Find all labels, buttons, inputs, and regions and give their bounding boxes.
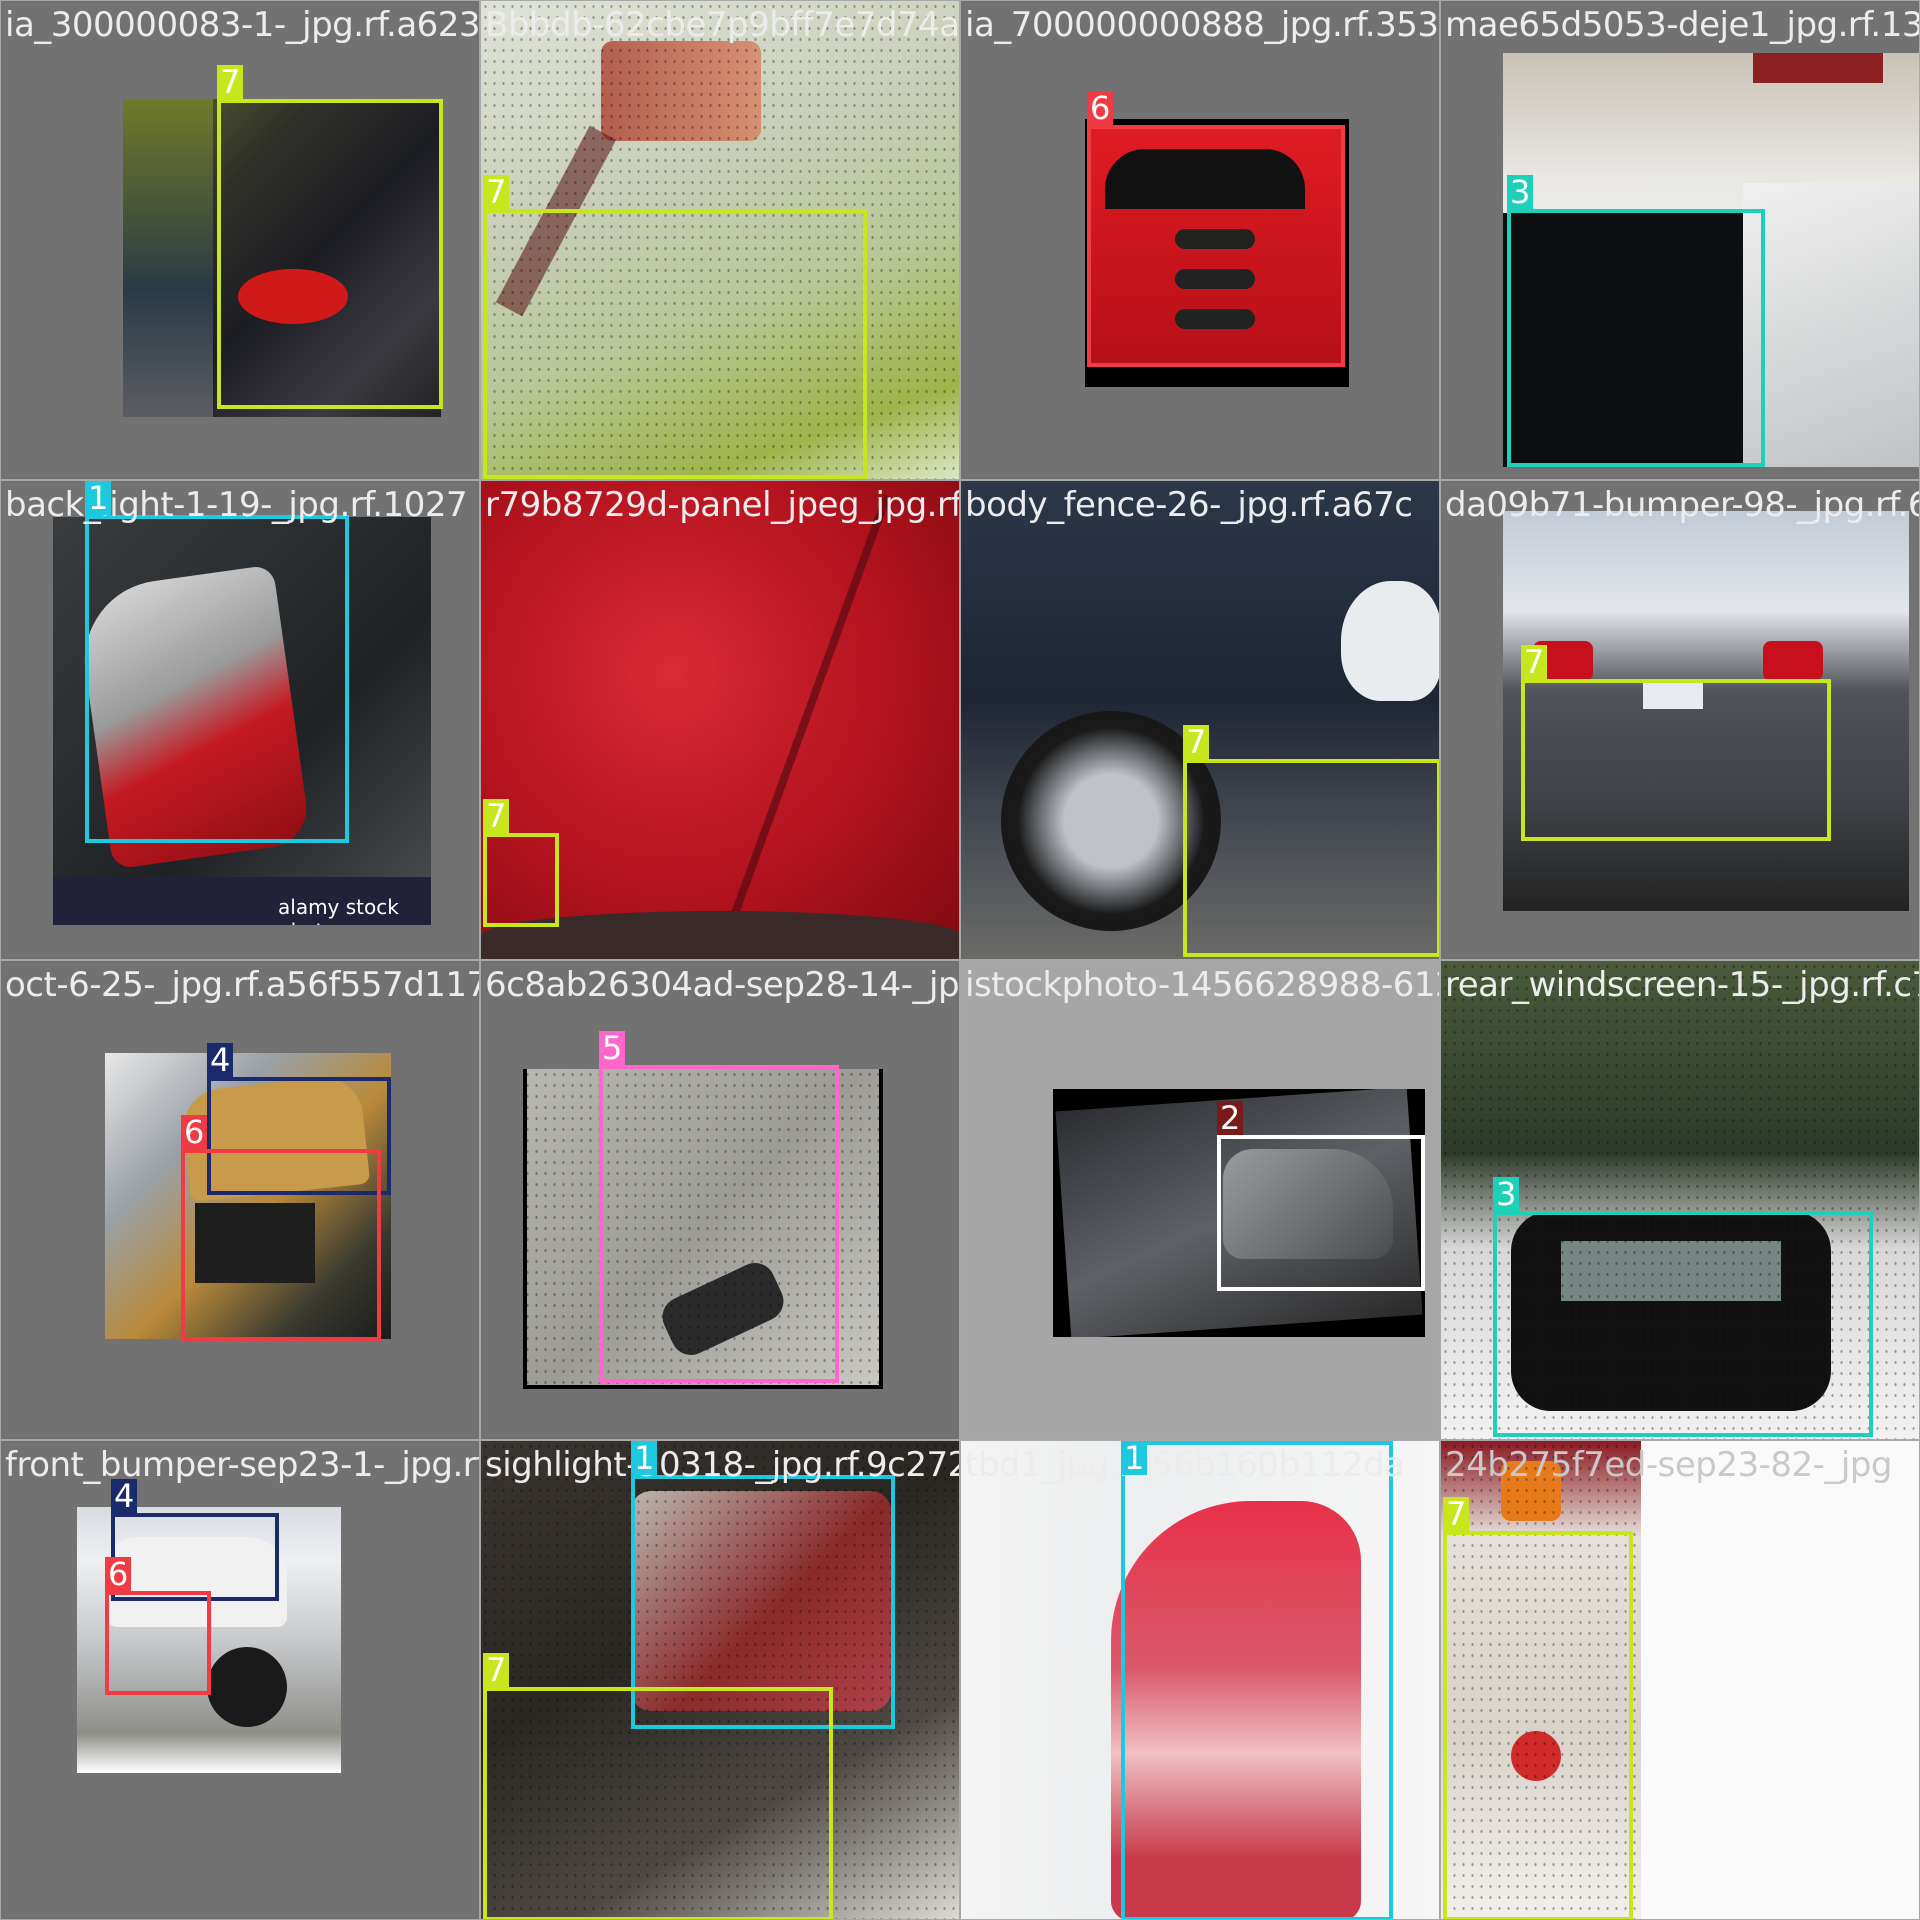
- bbox-label: 7: [1183, 725, 1210, 759]
- bbox-class-7: [1183, 759, 1439, 957]
- bbox-class-1: [85, 515, 349, 843]
- image-filename: da09b71-bumper-98-_jpg.rf.63a: [1445, 485, 1920, 525]
- tile-6[interactable]: 7 r79b8729d-panel_jpeg_jpg.rf.45b35d: [480, 480, 960, 960]
- tile-12[interactable]: 3 rear_windscreen-15-_jpg.rf.c7: [1440, 960, 1920, 1440]
- bbox-class-3: [1507, 209, 1765, 467]
- bbox-class-6: [1087, 125, 1345, 367]
- image-filename: ia_700000000888_jpg.rf.35370000000000000…: [965, 5, 1439, 45]
- mosaic-grid: 7 ia_300000083-1-_jpg.rf.a62300b64e2e9ec…: [0, 0, 1920, 1920]
- image-filename: istockphoto-1456628988-612x612_jpg: [965, 965, 1439, 1005]
- tile-16[interactable]: 7 24b275f7ed-sep23-82-_jpg: [1440, 1440, 1920, 1920]
- image-filename: 24b275f7ed-sep23-82-_jpg: [1445, 1445, 1893, 1485]
- tile-14[interactable]: 1 7 sighlight-90318-_jpg.rf.9c2726: [480, 1440, 960, 1920]
- bbox-label: 6: [105, 1557, 132, 1591]
- image-filename: oct-6-25-_jpg.rf.a56f557d117: [5, 965, 480, 1005]
- image-filename: 6c8ab26304ad-sep28-14-_jpg.rf.4: [485, 965, 960, 1005]
- image-filename: rear_windscreen-15-_jpg.rf.c7: [1445, 965, 1920, 1005]
- tile-5[interactable]: alamy stock photo 1 back_light-1-19-_jpg…: [0, 480, 480, 960]
- image-filename: front_bumper-sep23-1-_jpg.rf.: [5, 1445, 480, 1485]
- bbox-class-2: [1217, 1135, 1425, 1291]
- bbox-label: 7: [1521, 645, 1548, 679]
- bbox-class-7: [483, 209, 867, 479]
- bbox-class-1: [1121, 1441, 1393, 1919]
- bbox-label: 3: [1507, 175, 1534, 209]
- image-filename: r79b8729d-panel_jpeg_jpg.rf.45b35d: [485, 485, 960, 525]
- bbox-label: 2: [1217, 1101, 1244, 1135]
- tile-8[interactable]: 7 da09b71-bumper-98-_jpg.rf.63a: [1440, 480, 1920, 960]
- bbox-class-3: [1493, 1211, 1873, 1437]
- image-filename: sighlight-90318-_jpg.rf.9c2726: [485, 1445, 960, 1485]
- bbox-class-7: [483, 1687, 833, 1919]
- bbox-label: 4: [207, 1043, 234, 1077]
- bbox-label: 1: [85, 481, 112, 515]
- bbox-label: 7: [217, 65, 244, 99]
- tile-7[interactable]: 7 body_fence-26-_jpg.rf.a67c: [960, 480, 1440, 960]
- bbox-label: 7: [483, 1653, 510, 1687]
- bbox-label: 1: [1121, 1441, 1148, 1475]
- image-filename: ia_300000083-1-_jpg.rf.a62300b64e2e9ec0f…: [5, 5, 480, 45]
- bbox-class-7: [483, 833, 559, 927]
- tile-13[interactable]: 4 6 front_bumper-sep23-1-_jpg.rf.: [0, 1440, 480, 1920]
- bbox-class-4: [111, 1513, 279, 1601]
- tile-4[interactable]: 3 mae65d5053-deje1_jpg.rf.1357ae: [1440, 0, 1920, 480]
- bbox-label: 7: [1443, 1497, 1470, 1531]
- bbox-class-7: [217, 99, 443, 409]
- bbox-label: 6: [1087, 91, 1114, 125]
- bbox-class-5: [599, 1065, 839, 1383]
- bbox-label: 4: [111, 1479, 138, 1513]
- tile-9[interactable]: 4 6 oct-6-25-_jpg.rf.a56f557d117: [0, 960, 480, 1440]
- bbox-label: 6: [181, 1115, 208, 1149]
- image-filename: body_fence-26-_jpg.rf.a67c: [965, 485, 1413, 525]
- bbox-class-7: [1443, 1531, 1633, 1919]
- tile-11[interactable]: 2 istockphoto-1456628988-612x612_jpg: [960, 960, 1440, 1440]
- tile-2[interactable]: 7 Bbbdb-62cbe7p9bff7e7d74ac3ac: [480, 0, 960, 480]
- tile-1[interactable]: 7 ia_300000083-1-_jpg.rf.a62300b64e2e9ec…: [0, 0, 480, 480]
- tile-3[interactable]: 6 ia_700000000888_jpg.rf.353700000000000…: [960, 0, 1440, 480]
- tile-10[interactable]: 5 6c8ab26304ad-sep28-14-_jpg.rf.4: [480, 960, 960, 1440]
- bbox-label: 5: [599, 1031, 626, 1065]
- tile-15[interactable]: 1 tbd1_jpg.rf.56b160b112da: [960, 1440, 1440, 1920]
- bbox-class-6: [105, 1591, 211, 1695]
- image-filename: Bbbdb-62cbe7p9bff7e7d74ac3ac: [485, 5, 960, 45]
- bbox-label: 7: [483, 799, 510, 833]
- bbox-class-6: [181, 1149, 381, 1341]
- image-filename: tbd1_jpg.rf.56b160b112da: [965, 1445, 1405, 1485]
- image-filename: mae65d5053-deje1_jpg.rf.1357ae: [1445, 5, 1920, 45]
- image-filename: back_light-1-19-_jpg.rf.1027: [5, 485, 468, 525]
- bbox-label: 3: [1493, 1177, 1520, 1211]
- bbox-label: 7: [483, 175, 510, 209]
- bbox-label: 1: [631, 1441, 658, 1475]
- bbox-class-7: [1521, 679, 1831, 841]
